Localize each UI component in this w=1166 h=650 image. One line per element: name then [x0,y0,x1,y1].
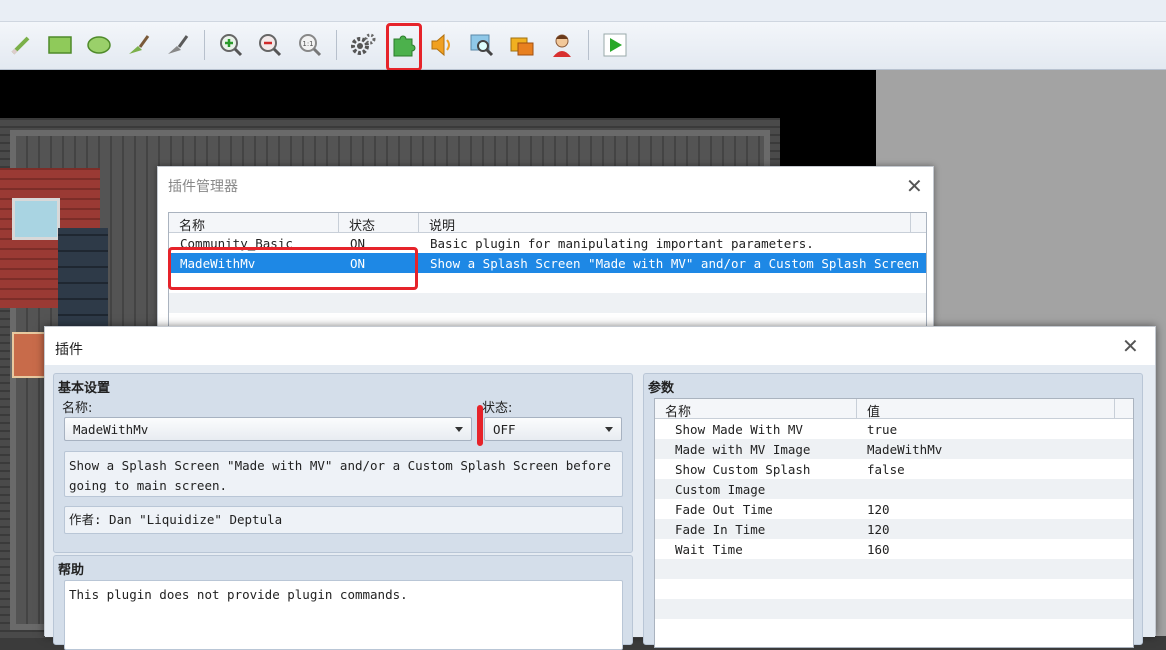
column-header-name[interactable]: 名称 [169,213,339,234]
shadow-pen-icon[interactable] [163,30,193,60]
param-value: MadeWithMv [867,442,943,457]
table-row-selected[interactable]: MadeWithMv ON Show a Splash Screen "Made… [169,253,926,273]
plugin-dialog: 插件 ✕ 基本设置 名称: MadeWithMv 状态: OFF Show a … [44,326,1156,650]
playtest-icon[interactable] [600,30,630,60]
param-row[interactable]: Show Made With MV true [655,419,1133,439]
sound-test-icon[interactable] [427,30,457,60]
param-name: Made with MV Image [675,442,811,457]
fill-icon[interactable] [124,30,154,60]
ellipse-icon[interactable] [84,30,114,60]
plugin-name: MadeWithMv [180,256,256,271]
param-row-empty[interactable] [655,599,1133,619]
character-generator-icon[interactable] [547,30,577,60]
plugin-list-table: 名称 状态 说明 Community_Basic ON Basic plugin… [168,212,927,337]
param-row[interactable]: Made with MV Image MadeWithMv [655,439,1133,459]
param-row[interactable]: Fade Out Time 120 [655,499,1133,519]
plugin-name: Community_Basic [180,236,293,251]
param-name: Wait Time [675,542,743,557]
param-row[interactable]: Show Custom Splash false [655,459,1133,479]
plugin-status-value: OFF [493,422,516,437]
table-row[interactable]: Community_Basic ON Basic plugin for mani… [169,233,926,253]
name-label: 名称: [62,401,93,416]
plugin-dialog-title: 插件 [55,342,83,358]
close-icon[interactable]: ✕ [1122,336,1139,356]
plugin-description: Basic plugin for manipulating important … [430,236,814,251]
plugin-manager-icon[interactable] [388,30,418,60]
zoom-out-icon[interactable] [255,30,285,60]
basic-settings-group: 基本设置 名称: MadeWithMv 状态: OFF Show a Splas… [53,373,633,553]
column-header-param-value[interactable]: 值 [857,399,1115,420]
chevron-down-icon [605,427,613,432]
status-label: 状态: [482,401,513,416]
column-header-param-name[interactable]: 名称 [655,399,857,420]
event-searcher-icon[interactable] [467,30,497,60]
param-row-empty[interactable] [655,619,1133,639]
plugin-dialog-body: 基本设置 名称: MadeWithMv 状态: OFF Show a Splas… [45,365,1155,650]
toolbar: 1:1 [0,22,1166,71]
param-value: 160 [867,542,890,557]
param-name: Custom Image [675,482,766,497]
param-row[interactable]: Custom Image [655,479,1133,499]
database-icon[interactable] [348,30,378,60]
param-row[interactable]: Wait Time 160 [655,539,1133,559]
param-name: Show Custom Splash [675,462,811,477]
param-row-empty[interactable] [655,579,1133,599]
plugin-description: Show a Splash Screen "Made with MV" and/… [430,256,927,271]
param-value: 120 [867,502,890,517]
table-row-empty[interactable] [169,293,926,313]
parameters-group: 参数 名称 值 Show Made With MV true Made with … [643,373,1143,648]
help-text[interactable]: This plugin does not provide plugin comm… [64,580,623,650]
chevron-down-icon [455,427,463,432]
param-value: true [867,422,898,437]
basic-settings-title: 基本设置 [58,381,111,396]
plugin-name-select[interactable]: MadeWithMv [64,417,472,441]
help-title: 帮助 [58,563,85,578]
actual-size-icon[interactable]: 1:1 [295,30,325,60]
plugin-name-value: MadeWithMv [73,422,149,437]
rectangle-icon[interactable] [45,30,75,60]
actual-size-label: 1:1 [302,40,313,48]
plugin-status: ON [350,236,366,251]
param-name: Show Made With MV [675,422,803,437]
param-row[interactable]: Fade In Time 120 [655,519,1133,539]
menu-strip [0,0,1166,22]
plugin-author-text: 作者: Dan "Liquidize" Deptula [64,506,623,534]
parameters-table: 名称 值 Show Made With MV true Made with MV … [654,398,1134,648]
param-row-empty[interactable] [655,559,1133,579]
param-name: Fade In Time [675,522,766,537]
pencil-icon[interactable] [6,30,36,60]
zoom-in-icon[interactable] [216,30,246,60]
plugin-manager-dialog: 插件管理器 ✕ 名称 状态 说明 Community_Basic ON Basi… [157,166,934,337]
help-group: 帮助 This plugin does not provide plugin c… [53,555,633,650]
plugin-status-select[interactable]: OFF [484,417,622,441]
param-value: 120 [867,522,890,537]
table-row-empty[interactable] [169,273,926,293]
param-name: Fade Out Time [675,502,773,517]
close-icon[interactable]: ✕ [906,176,923,196]
column-header-status[interactable]: 状态 [339,213,419,234]
column-header-description[interactable]: 说明 [419,213,911,234]
window-tile [12,198,60,240]
plugin-status: ON [350,256,366,271]
param-value: false [867,462,905,477]
parameters-title: 参数 [648,381,675,396]
plugin-manager-title: 插件管理器 [168,179,238,195]
resource-manager-icon[interactable] [507,30,537,60]
plugin-description-text: Show a Splash Screen "Made with MV" and/… [64,451,623,497]
